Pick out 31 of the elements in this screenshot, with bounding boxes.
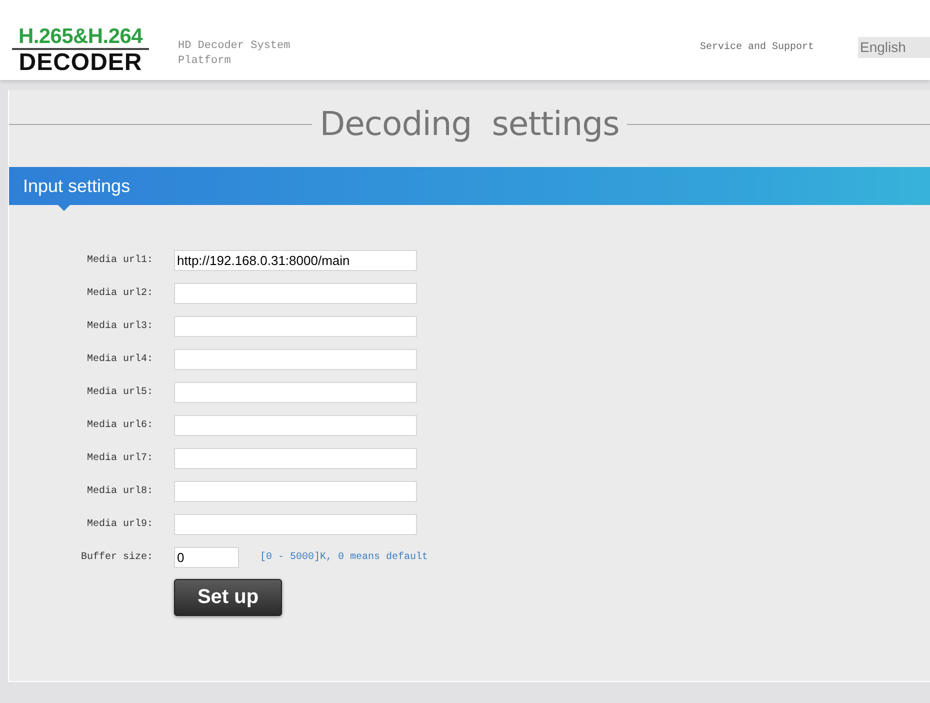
logo-text: DECODER [18, 50, 144, 76]
page-title: Decoding settings [320, 105, 620, 143]
input-field[interactable] [174, 349, 417, 370]
pointer-icon [58, 205, 70, 211]
field-label: Media url2: [86, 288, 153, 299]
support-link[interactable]: Service and Support [700, 42, 814, 53]
field-label: Media url6: [86, 420, 153, 431]
input-field[interactable] [174, 481, 417, 502]
input-field[interactable] [174, 283, 417, 304]
field-label: Buffer size: [80, 552, 153, 563]
field-label: Media url9: [86, 519, 153, 530]
field-label: Media url1: [86, 255, 153, 266]
section-title: Input settings [23, 176, 130, 196]
input-field[interactable] [174, 316, 417, 337]
subtitle-text: Platform [178, 54, 232, 69]
language-select[interactable]: English [858, 37, 930, 58]
field-label: Media url7: [86, 453, 153, 464]
field-label: Media url5: [86, 387, 153, 398]
subtitle-text: HD Decoder System [178, 39, 290, 54]
setup-button[interactable]: Set up [174, 579, 282, 616]
hint-text: [0 - 5000]K, 0 means default [260, 552, 428, 563]
input-field[interactable]: 0 [174, 547, 239, 568]
field-label: Media url4: [86, 354, 153, 365]
input-field[interactable] [174, 448, 417, 469]
logo-text: H.265&H.264 [12, 26, 149, 50]
input-field[interactable] [174, 514, 417, 535]
input-field[interactable] [174, 415, 417, 436]
field-label: Media url8: [86, 486, 153, 497]
field-label: Media url3: [86, 321, 153, 332]
input-field[interactable]: http://192.168.0.31:8000/main [174, 250, 417, 271]
input-field[interactable] [174, 382, 417, 403]
